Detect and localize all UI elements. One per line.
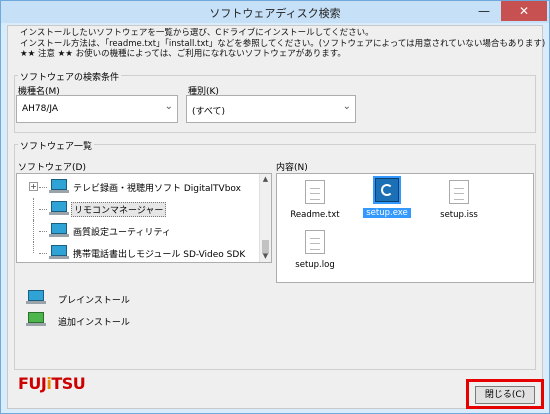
window-title: ソフトウェアディスク検索 xyxy=(209,7,341,20)
fujitsu-logo: FUJiTSU xyxy=(18,374,86,393)
text-file-icon xyxy=(305,180,325,204)
model-select[interactable]: AH78/JA ⌄ xyxy=(16,95,178,123)
category-select[interactable]: (すべて) ⌄ xyxy=(186,95,356,123)
category-value: (すべて) xyxy=(192,107,226,117)
content-pane-label: 内容(N) xyxy=(276,163,308,173)
scroll-down-icon[interactable]: ▼ xyxy=(260,251,271,262)
software-tree-label: ソフトウェア(D) xyxy=(18,163,86,173)
tree-item-label: リモコンマネージャー xyxy=(71,202,167,217)
file-pane[interactable]: Readme.txt setup.exe setup.iss setup.log xyxy=(276,173,534,283)
file-item[interactable]: Readme.txt xyxy=(285,180,345,220)
software-tree[interactable]: + テレビ録画・視聴用ソフト DigitalTVbox リモコンマネージャー 画… xyxy=(16,173,272,263)
chevron-down-icon: ⌄ xyxy=(164,101,173,112)
instruction-line-2: インストール方法は、「readme.txt」「install.txt」などを参照… xyxy=(20,38,546,49)
file-item-selected[interactable]: setup.exe xyxy=(357,178,417,218)
chevron-down-icon: ⌄ xyxy=(342,101,351,112)
instruction-line-1: インストールしたいソフトウェアを一覧から選び、Cドライブにインストールしてくださ… xyxy=(20,28,374,38)
setup-exe-icon xyxy=(375,178,399,202)
additional-pc-icon xyxy=(26,312,46,326)
file-item[interactable]: setup.log xyxy=(285,230,345,270)
tree-item-selected[interactable]: リモコンマネージャー xyxy=(17,198,257,220)
preinstall-pc-icon xyxy=(49,201,69,215)
preinstall-pc-icon xyxy=(49,179,69,193)
legend-label: 追加インストール xyxy=(58,318,130,328)
file-name: setup.iss xyxy=(440,210,478,220)
tree-item-label: テレビ録画・視聴用ソフト DigitalTVbox xyxy=(73,184,241,194)
instructions: インストールしたいソフトウェアを一覧から選び、Cドライブにインストールしてくださ… xyxy=(20,28,545,60)
file-name: Readme.txt xyxy=(290,210,340,220)
tree-item-label: 画質設定ユーティリティ xyxy=(73,228,171,238)
minimize-button[interactable]: — xyxy=(471,1,497,21)
expand-icon[interactable]: + xyxy=(29,182,38,191)
dialog-body: インストールしたいソフトウェアを一覧から選び、Cドライブにインストールしてくださ… xyxy=(7,25,545,409)
scroll-up-icon[interactable]: ▲ xyxy=(260,174,271,185)
close-button[interactable]: 閉じる(C) xyxy=(475,386,535,404)
file-item[interactable]: setup.iss xyxy=(429,180,489,220)
preinstall-pc-icon xyxy=(49,245,69,259)
file-name: setup.log xyxy=(295,260,335,270)
model-value: AH78/JA xyxy=(22,104,59,114)
tree-item[interactable]: 画質設定ユーティリティ xyxy=(17,220,257,242)
text-file-icon xyxy=(449,180,469,204)
file-name: setup.exe xyxy=(363,208,411,218)
tree-scrollbar[interactable]: ▲ ▼ xyxy=(259,174,271,262)
search-conditions-label: ソフトウェアの検索条件 xyxy=(18,70,122,83)
software-list-label: ソフトウェア一覧 xyxy=(18,139,95,152)
window-close-button[interactable]: ✕ xyxy=(501,1,547,21)
preinstall-pc-icon xyxy=(49,223,69,237)
tree-item[interactable]: 携帯電話書出しモジュール SD-Video SDK xyxy=(17,242,257,262)
text-file-icon xyxy=(305,230,325,254)
tree-item-label: 携帯電話書出しモジュール SD-Video SDK xyxy=(73,250,246,260)
close-button-highlight: 閉じる(C) xyxy=(466,379,544,409)
tree-item[interactable]: + テレビ録画・視聴用ソフト DigitalTVbox xyxy=(17,176,257,198)
title-bar: ソフトウェアディスク検索 — ✕ xyxy=(1,1,549,23)
app-window: ソフトウェアディスク検索 — ✕ インストールしたいソフトウェアを一覧から選び、… xyxy=(0,0,550,414)
legend-label: プレインストール xyxy=(58,296,130,306)
preinstall-pc-icon xyxy=(26,290,46,304)
instruction-line-3: ★★ 注意 ★★ お使いの機種によっては、ご利用になれないソフトウェアがあります… xyxy=(20,49,346,59)
